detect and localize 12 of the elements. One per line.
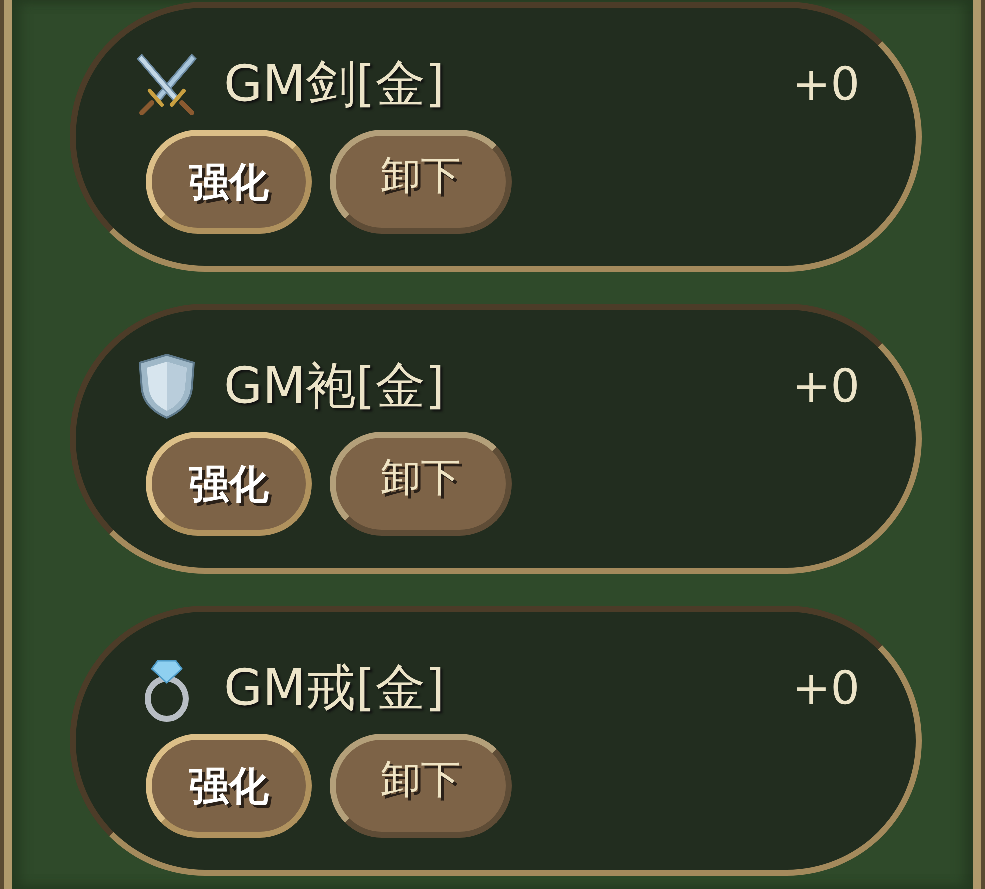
enhance-level: +0 bbox=[792, 359, 860, 413]
enhance-button[interactable]: 强化 bbox=[146, 130, 312, 234]
unequip-button[interactable]: 卸下 bbox=[330, 432, 512, 536]
unequip-button[interactable]: 卸下 bbox=[330, 734, 512, 838]
unequip-button[interactable]: 卸下 bbox=[330, 130, 512, 234]
item-name: GM剑[金] bbox=[224, 54, 445, 114]
item-name: GM袍[金] bbox=[224, 356, 445, 416]
enhance-level: +0 bbox=[792, 57, 860, 111]
enhance-level: +0 bbox=[792, 661, 860, 715]
enhance-button[interactable]: 强化 bbox=[146, 734, 312, 838]
item-name: GM戒[金] bbox=[224, 658, 445, 718]
enhance-button[interactable]: 强化 bbox=[146, 432, 312, 536]
